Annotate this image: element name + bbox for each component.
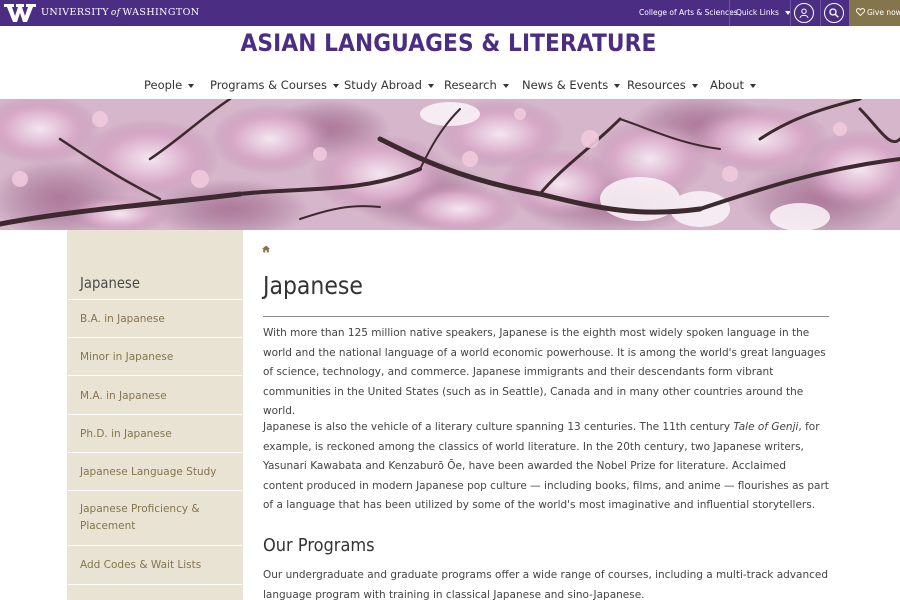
quick-links-label: Quick Links: [736, 8, 779, 17]
literature-paragraph: Japanese is also the vehicle of a litera…: [263, 418, 829, 516]
cherry-blossom-banner: [0, 99, 900, 230]
nav-label: People: [144, 78, 183, 92]
chevron-down-icon: [502, 83, 509, 88]
chevron-down-icon: [691, 83, 698, 88]
nav-research[interactable]: Research: [444, 78, 509, 92]
sidebar-item-minor-japanese[interactable]: Minor in Japanese: [68, 337, 242, 375]
nav-label: Study Abroad: [344, 78, 422, 92]
topbar-divider: [729, 0, 730, 26]
home-icon[interactable]: [262, 245, 270, 253]
nav-label: Programs & Courses: [210, 78, 327, 92]
uw-w-logo-icon[interactable]: [4, 3, 36, 23]
user-icon: [799, 8, 809, 18]
programs-paragraph: Our undergraduate and graduate programs …: [263, 569, 829, 600]
sidebar-item-ma-japanese[interactable]: M.A. in Japanese: [68, 375, 242, 414]
uw-top-bar: UNIVERSITY of WASHINGTON College of Arts &…: [0, 0, 900, 26]
wordmark-of: of: [110, 8, 121, 18]
give-now-button[interactable]: Give now: [849, 0, 900, 26]
quick-links-menu[interactable]: Quick Links: [736, 0, 791, 26]
nav-people[interactable]: People: [144, 78, 195, 92]
intro-paragraph: With more than 125 million native speake…: [263, 327, 826, 417]
page-title: Japanese: [263, 271, 363, 300]
tale-of-genji-title: Tale of Genji: [733, 421, 799, 433]
chevron-down-icon: [332, 83, 339, 88]
sidebar-item-divider: [68, 584, 242, 600]
nav-news-events[interactable]: News & Events: [522, 78, 621, 92]
nav-label: Research: [444, 78, 497, 92]
sidebar-item-phd-japanese[interactable]: Ph.D. in Japanese: [68, 414, 242, 452]
college-link[interactable]: College of Arts & Sciences: [639, 0, 738, 26]
wordmark-washington: WASHINGTON: [122, 7, 200, 18]
title-divider: [263, 316, 829, 317]
topbar-divider: [790, 0, 791, 26]
nav-study-abroad[interactable]: Study Abroad: [344, 78, 434, 92]
account-button[interactable]: [794, 3, 814, 23]
sidebar-item-add-codes[interactable]: Add Codes & Wait Lists: [68, 545, 242, 584]
heart-icon: [855, 8, 866, 17]
nav-label: Resources: [627, 78, 686, 92]
chevron-down-icon: [188, 83, 195, 88]
literature-text-2: , for example, is reckoned among the cla…: [263, 421, 829, 511]
site-title[interactable]: ASIAN LANGUAGES & LITERATURE: [43, 29, 855, 57]
nav-resources[interactable]: Resources: [627, 78, 698, 92]
nav-label: About: [710, 78, 745, 92]
nav-programs-courses[interactable]: Programs & Courses: [210, 78, 339, 92]
nav-about[interactable]: About: [710, 78, 757, 92]
literature-text-1: Japanese is also the vehicle of a litera…: [263, 421, 734, 433]
sidebar-item-ba-japanese[interactable]: B.A. in Japanese: [68, 299, 242, 337]
chevron-down-icon: [750, 83, 757, 88]
sidebar-item-language-study[interactable]: Japanese Language Study: [68, 452, 242, 490]
chevron-down-icon: [427, 83, 434, 88]
cherry-blossom-image: [0, 99, 900, 230]
wordmark-university: UNIVERSITY: [41, 7, 109, 18]
our-programs-heading: Our Programs: [263, 535, 375, 556]
university-wordmark[interactable]: UNIVERSITY of WASHINGTON: [41, 7, 200, 18]
sidebar-heading[interactable]: Japanese: [80, 274, 140, 292]
sidebar-item-proficiency-placement[interactable]: Japanese Proficiency & Placement: [68, 490, 242, 545]
search-icon: [829, 8, 839, 18]
search-button[interactable]: [824, 3, 844, 23]
chevron-down-icon: [614, 83, 621, 88]
topbar-divider: [820, 0, 821, 26]
give-now-label: Give now: [867, 8, 900, 17]
nav-label: News & Events: [522, 78, 609, 92]
